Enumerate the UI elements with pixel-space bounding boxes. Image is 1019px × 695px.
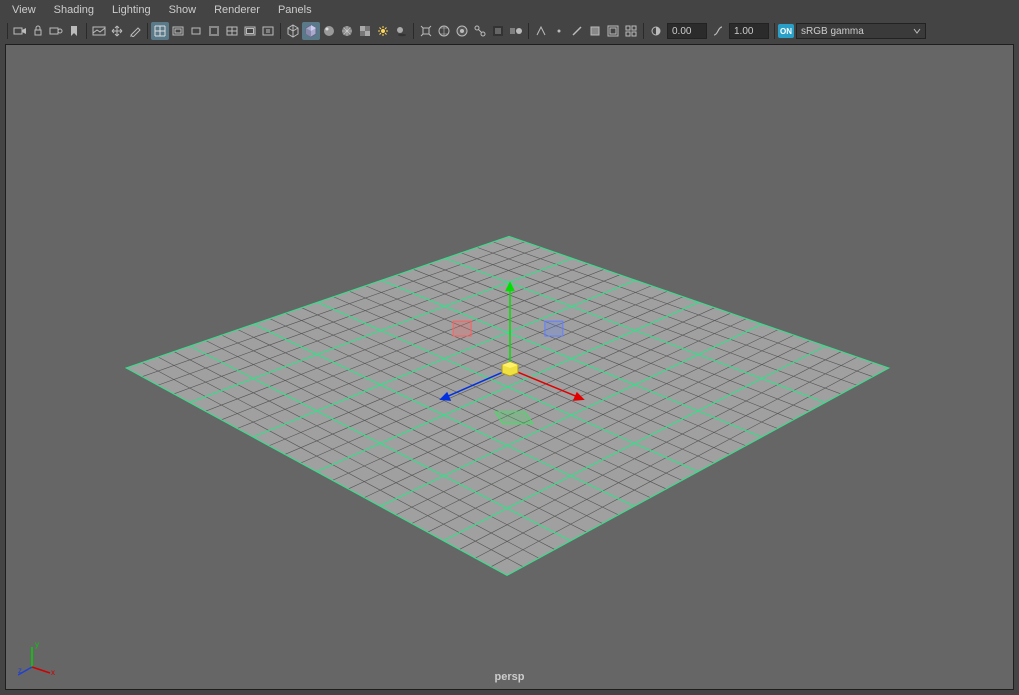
motion-blur-icon[interactable] bbox=[507, 22, 525, 40]
svg-text:z: z bbox=[18, 666, 22, 675]
gate-mask-icon[interactable] bbox=[205, 22, 223, 40]
view-axis-gizmo[interactable]: y x z bbox=[18, 637, 58, 677]
multi-icon[interactable] bbox=[622, 22, 640, 40]
exposure-input[interactable]: 0.00 bbox=[667, 23, 707, 39]
menu-renderer[interactable]: Renderer bbox=[206, 2, 268, 18]
viewport-panel[interactable]: y x z persp bbox=[5, 44, 1014, 690]
camera-attributes-icon[interactable] bbox=[47, 22, 65, 40]
xray-joints-icon[interactable] bbox=[471, 22, 489, 40]
grease-pencil-icon[interactable] bbox=[126, 22, 144, 40]
film-gate-icon[interactable] bbox=[169, 22, 187, 40]
viewport-scene[interactable] bbox=[6, 45, 1013, 689]
exposure-icon[interactable] bbox=[647, 22, 665, 40]
grid-icon[interactable] bbox=[151, 22, 169, 40]
color-management-toggle[interactable]: ON bbox=[778, 24, 794, 38]
resolution-gate-icon[interactable] bbox=[187, 22, 205, 40]
menu-shading[interactable]: Shading bbox=[46, 2, 102, 18]
safe-title-icon[interactable] bbox=[259, 22, 277, 40]
2d-pan-zoom-icon[interactable] bbox=[108, 22, 126, 40]
smooth-shade-all-icon[interactable] bbox=[302, 22, 320, 40]
vertex-icon[interactable] bbox=[550, 22, 568, 40]
use-all-lights-icon[interactable] bbox=[374, 22, 392, 40]
edge-icon[interactable] bbox=[568, 22, 586, 40]
menu-show[interactable]: Show bbox=[161, 2, 205, 18]
isolate-select-icon[interactable] bbox=[417, 22, 435, 40]
wireframe-on-shaded-icon[interactable] bbox=[338, 22, 356, 40]
select-camera-icon[interactable] bbox=[11, 22, 29, 40]
face-icon[interactable] bbox=[586, 22, 604, 40]
camera-name-label: persp bbox=[495, 671, 525, 683]
menubar: View Shading Lighting Show Renderer Pane… bbox=[0, 0, 1019, 20]
xray-active-icon[interactable] bbox=[453, 22, 471, 40]
textured-icon[interactable] bbox=[356, 22, 374, 40]
field-chart-icon[interactable] bbox=[223, 22, 241, 40]
svg-text:x: x bbox=[51, 668, 55, 677]
bookmark-icon[interactable] bbox=[65, 22, 83, 40]
default-quality-icon[interactable] bbox=[532, 22, 550, 40]
use-default-material-icon[interactable] bbox=[320, 22, 338, 40]
toolbar: 0.00 1.00 ON sRGB gamma bbox=[0, 20, 1019, 42]
uv-icon[interactable] bbox=[604, 22, 622, 40]
gamma-input[interactable]: 1.00 bbox=[729, 23, 769, 39]
view-transform-dropdown[interactable]: sRGB gamma bbox=[796, 23, 926, 39]
xray-icon[interactable] bbox=[435, 22, 453, 40]
menu-lighting[interactable]: Lighting bbox=[104, 2, 159, 18]
screen-space-ao-icon[interactable] bbox=[489, 22, 507, 40]
svg-text:y: y bbox=[35, 640, 39, 649]
shadows-icon[interactable] bbox=[392, 22, 410, 40]
menu-panels[interactable]: Panels bbox=[270, 2, 320, 18]
gamma-icon[interactable] bbox=[709, 22, 727, 40]
safe-action-icon[interactable] bbox=[241, 22, 259, 40]
image-plane-icon[interactable] bbox=[90, 22, 108, 40]
chevron-down-icon bbox=[913, 27, 921, 35]
menu-view[interactable]: View bbox=[4, 2, 44, 18]
wireframe-icon[interactable] bbox=[284, 22, 302, 40]
lock-camera-icon[interactable] bbox=[29, 22, 47, 40]
